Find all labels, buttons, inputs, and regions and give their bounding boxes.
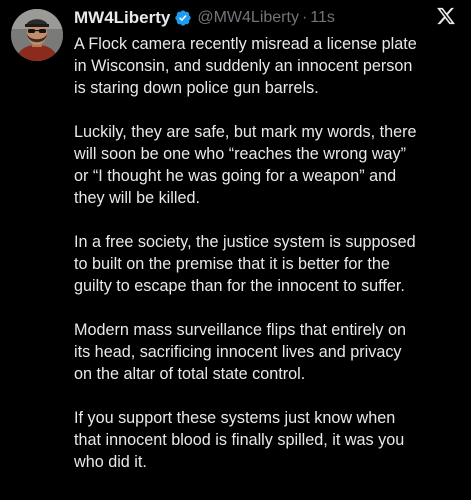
avatar[interactable] xyxy=(11,9,63,61)
avatar-photo xyxy=(11,9,63,61)
separator-dot: · xyxy=(301,9,308,26)
timestamp[interactable]: 11s xyxy=(310,9,335,27)
tweet-content: MW4Liberty @MW4Liberty · 11s A Flock cam… xyxy=(74,6,466,473)
display-name[interactable]: MW4Liberty xyxy=(74,8,170,28)
tweet-text: A Flock camera recently misread a licens… xyxy=(74,33,466,473)
x-logo-icon xyxy=(436,6,456,26)
tweet-paragraph: A Flock camera recently misread a licens… xyxy=(74,35,417,97)
handle[interactable]: @MW4Liberty xyxy=(197,9,299,27)
tweet-paragraph: Luckily, they are safe, but mark my word… xyxy=(74,123,417,207)
tweet-paragraph: If you support these systems just know w… xyxy=(74,409,405,471)
tweet-paragraph: In a free society, the justice system is… xyxy=(74,233,416,295)
verified-badge-icon xyxy=(174,9,192,27)
tweet-header: MW4Liberty @MW4Liberty · 11s xyxy=(74,6,466,30)
tweet-paragraph: Modern mass surveillance flips that enti… xyxy=(74,321,406,383)
tweet: MW4Liberty @MW4Liberty · 11s A Flock cam… xyxy=(0,0,471,500)
